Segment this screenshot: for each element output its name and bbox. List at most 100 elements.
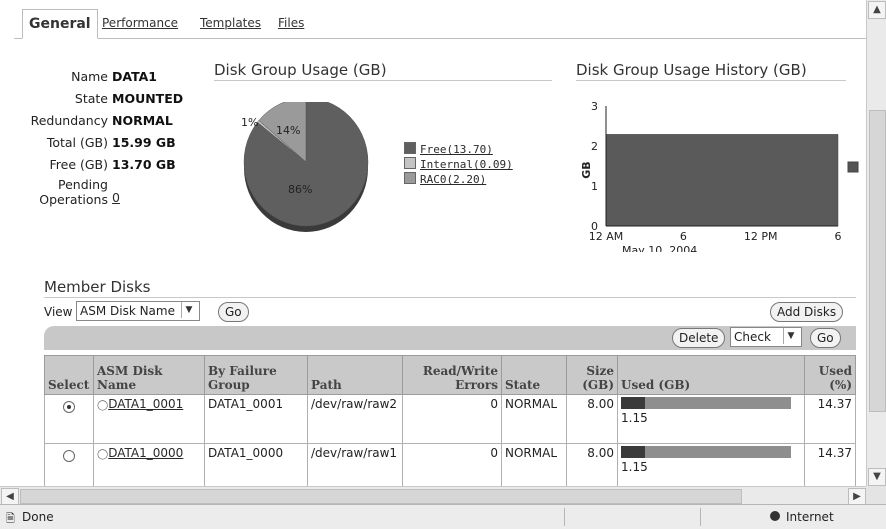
scroll-up-icon[interactable]: ▲ xyxy=(868,1,886,19)
col-failure-group[interactable]: By Failure Group xyxy=(204,355,308,395)
pie-label-rac0: 14% xyxy=(276,124,300,137)
delete-button[interactable]: Delete xyxy=(672,328,726,348)
zone-text: Internet xyxy=(786,510,834,524)
tab-templates[interactable]: Templates xyxy=(200,16,261,30)
horizontal-scrollbar[interactable]: ◀ ▶ xyxy=(0,486,866,505)
disk-group-info: Name DATA1 State MOUNTED Redundancy NORM… xyxy=(22,66,212,210)
x-tick-label: 6 xyxy=(835,230,842,243)
used-bar xyxy=(621,397,791,409)
chevron-down-icon: ▼ xyxy=(782,328,798,344)
col-state[interactable]: State xyxy=(501,355,567,395)
row-radio[interactable] xyxy=(63,401,75,413)
state-cell: NORMAL xyxy=(501,443,567,486)
member-disks-title: Member Disks xyxy=(44,278,151,296)
col-size[interactable]: Size (GB) xyxy=(566,355,618,395)
table-header-row: Select ASM Disk Name By Failure Group Path… xyxy=(44,355,856,395)
name-value: DATA1 xyxy=(112,69,158,84)
status-divider xyxy=(700,508,701,526)
used-pct-cell: 14.37 xyxy=(804,443,856,486)
col-path[interactable]: Path xyxy=(307,355,403,395)
view-label: View xyxy=(44,305,73,319)
scroll-right-icon[interactable]: ▶ xyxy=(848,488,866,505)
view-control: View xyxy=(44,302,72,322)
legend-link-internal[interactable]: Internal(0.09) xyxy=(420,158,513,171)
vertical-scroll-thumb[interactable] xyxy=(869,110,886,412)
view-go-button[interactable]: Go xyxy=(218,302,249,322)
legend-link-rac0[interactable]: RAC0(2.20) xyxy=(420,173,486,186)
col-used-gb[interactable]: Used (GB) xyxy=(617,355,805,395)
y-tick-label: 1 xyxy=(591,180,598,193)
history-date-label: May 10, 2004 xyxy=(622,244,697,252)
chevron-down-icon: ▼ xyxy=(181,302,196,318)
state-value: MOUNTED xyxy=(112,91,184,106)
history-title: Disk Group Usage History (GB) xyxy=(576,61,807,79)
disk-name-cell: ◯DATA1_0000 xyxy=(93,443,205,486)
free-value: 13.70 GB xyxy=(112,157,176,172)
errors-cell: 0 xyxy=(402,443,502,486)
redundancy-value: NORMAL xyxy=(112,113,173,128)
page: General Performance Templates Files Name… xyxy=(0,0,866,486)
legend-item-rac0: RAC0(2.20) xyxy=(404,172,513,187)
history-rule xyxy=(576,80,846,81)
col-read-write-errors[interactable]: Read/Write Errors xyxy=(402,355,502,395)
pending-operations-link[interactable]: 0 xyxy=(112,190,120,205)
legend-link-free[interactable]: Free(13.70) xyxy=(420,143,493,156)
disk-name-cell: ◯DATA1_0001 xyxy=(93,394,205,444)
y-axis-label: GB xyxy=(580,161,593,178)
disk-icon: ◯ xyxy=(97,449,109,460)
horizontal-scroll-thumb[interactable] xyxy=(20,489,742,504)
tab-performance[interactable]: Performance xyxy=(102,16,178,30)
scroll-left-icon[interactable]: ◀ xyxy=(1,488,19,505)
y-tick-label: 3 xyxy=(591,100,598,113)
action-select-value: Check xyxy=(734,330,771,344)
col-used-pct[interactable]: Used (%) xyxy=(804,355,856,395)
tab-files[interactable]: Files xyxy=(278,16,304,30)
disk-name-link[interactable]: DATA1_0000 xyxy=(108,446,183,460)
member-disks-table: Select ASM Disk Name By Failure Group Path… xyxy=(44,355,856,486)
used-gb-cell: 1.15 xyxy=(617,394,805,444)
path-cell: /dev/raw/raw2 xyxy=(307,394,403,444)
view-select[interactable]: ASM Disk Name ▼ xyxy=(76,301,200,321)
row-select-cell xyxy=(44,394,94,444)
row-select-cell xyxy=(44,443,94,486)
history-area-series xyxy=(605,134,839,227)
x-tick-label: 12 AM xyxy=(589,230,624,243)
pie-label-free: 86% xyxy=(288,183,312,196)
used-bar-fill xyxy=(621,446,646,458)
action-go-button[interactable]: Go xyxy=(810,328,841,348)
col-select: Select xyxy=(44,355,94,395)
disk-icon: ◯ xyxy=(97,400,109,411)
used-bar-fill xyxy=(621,397,646,409)
size-cell: 8.00 xyxy=(566,443,618,486)
usage-rule xyxy=(214,80,552,81)
used-gb-value: 1.15 xyxy=(621,411,648,425)
tab-general[interactable]: General xyxy=(22,9,98,39)
x-tick-label: 6 xyxy=(680,230,687,243)
path-cell: /dev/raw/raw1 xyxy=(307,443,403,486)
member-disks-rule xyxy=(44,297,856,298)
total-value: 15.99 GB xyxy=(112,135,176,150)
pie-label-internal: 1% xyxy=(241,116,258,129)
legend-item-internal: Internal(0.09) xyxy=(404,157,513,172)
add-disks-button[interactable]: Add Disks xyxy=(770,302,844,322)
used-gb-value: 1.15 xyxy=(621,460,648,474)
status-bar: 🗎 Done Internet xyxy=(0,504,886,529)
redundancy-label: Redundancy xyxy=(30,113,108,128)
disk-name-link[interactable]: DATA1_0001 xyxy=(108,397,183,411)
table-row: ◯DATA1_0001 DATA1_0001 /dev/raw/raw2 0 N… xyxy=(44,394,856,444)
page-icon: 🗎 xyxy=(6,512,15,525)
status-text: Done xyxy=(22,510,54,524)
scroll-down-icon[interactable]: ▼ xyxy=(868,468,886,486)
vertical-scrollbar[interactable]: ▲ ▼ xyxy=(866,0,886,486)
pending-label: Pending Operations xyxy=(39,177,108,207)
errors-cell: 0 xyxy=(402,394,502,444)
failure-group-cell: DATA1_0001 xyxy=(204,394,308,444)
scrollbar-corner xyxy=(866,486,886,504)
col-asm-disk-name[interactable]: ASM Disk Name xyxy=(93,355,205,395)
x-tick-label: 12 PM xyxy=(744,230,778,243)
row-radio[interactable] xyxy=(63,450,75,462)
total-label: Total (GB) xyxy=(46,135,108,150)
action-select[interactable]: Check ▼ xyxy=(730,327,802,347)
globe-icon xyxy=(770,511,780,521)
tab-bar: General Performance Templates Files xyxy=(14,8,866,39)
